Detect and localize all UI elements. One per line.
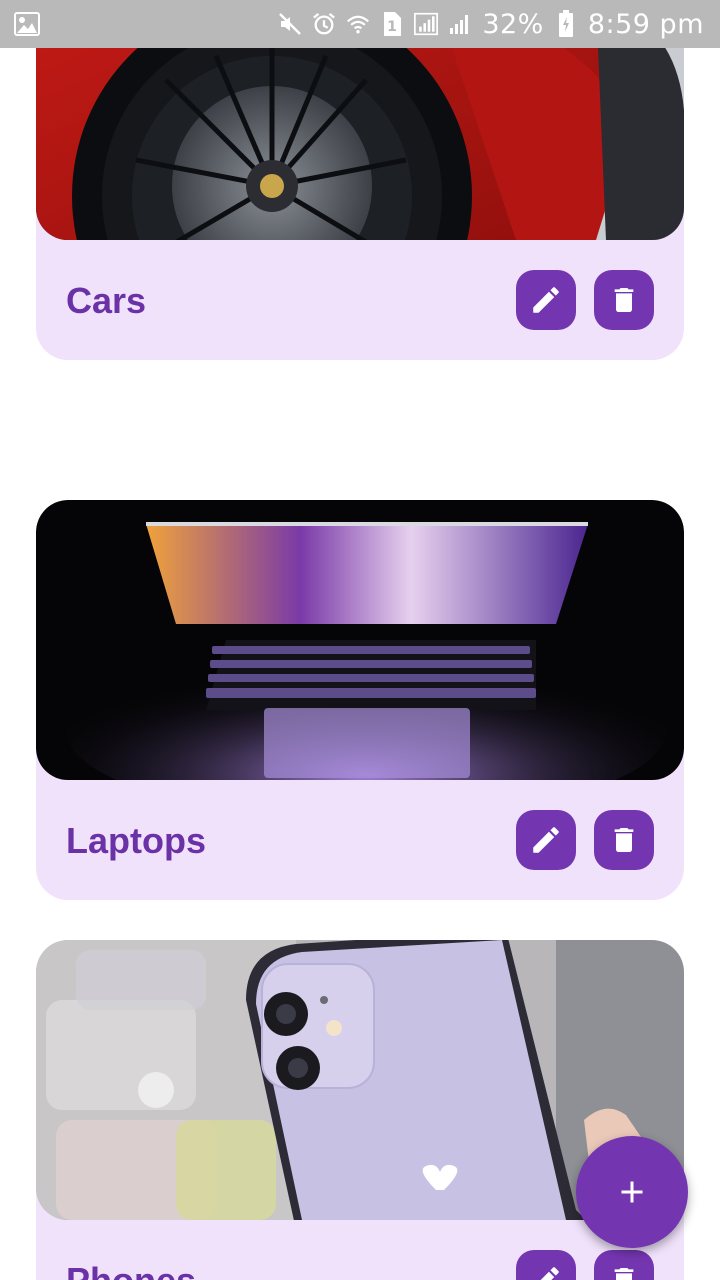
category-card-phones[interactable]: Phones — [36, 940, 684, 1280]
category-list[interactable]: Cars Laptops — [0, 48, 720, 1280]
delete-button[interactable] — [594, 270, 654, 330]
pencil-icon — [533, 827, 559, 853]
signal-icon — [414, 12, 439, 36]
plus-icon — [621, 1181, 643, 1203]
edit-button[interactable] — [516, 270, 576, 330]
sim-1-icon: 1 — [380, 12, 404, 36]
category-title: Phones — [66, 1220, 196, 1280]
add-category-button[interactable] — [576, 1136, 688, 1248]
gallery-icon — [14, 12, 40, 41]
alarm-icon — [312, 12, 336, 36]
wifi-icon — [346, 12, 370, 36]
svg-text:1: 1 — [387, 19, 397, 35]
edit-button[interactable] — [516, 810, 576, 870]
category-card-cars[interactable]: Cars — [36, 48, 684, 360]
clock: 8:59 pm — [587, 8, 704, 40]
mute-icon — [278, 12, 302, 36]
edit-button[interactable] — [516, 1250, 576, 1280]
status-bar: 1 32% 8:59 pm — [0, 0, 720, 48]
category-title: Cars — [66, 280, 147, 321]
category-image — [36, 48, 684, 240]
trash-icon — [614, 288, 634, 312]
category-title: Laptops — [66, 820, 206, 861]
battery-percent: 32% — [482, 8, 544, 40]
delete-button[interactable] — [594, 1250, 654, 1280]
category-card-laptops[interactable]: Laptops — [36, 500, 684, 900]
category-image — [36, 500, 684, 780]
pencil-icon — [533, 287, 559, 313]
battery-icon — [554, 10, 578, 37]
trash-icon — [614, 1268, 634, 1280]
signal-icon-2 — [448, 12, 472, 36]
delete-button[interactable] — [594, 810, 654, 870]
pencil-icon — [540, 1267, 559, 1280]
trash-icon — [614, 828, 634, 852]
